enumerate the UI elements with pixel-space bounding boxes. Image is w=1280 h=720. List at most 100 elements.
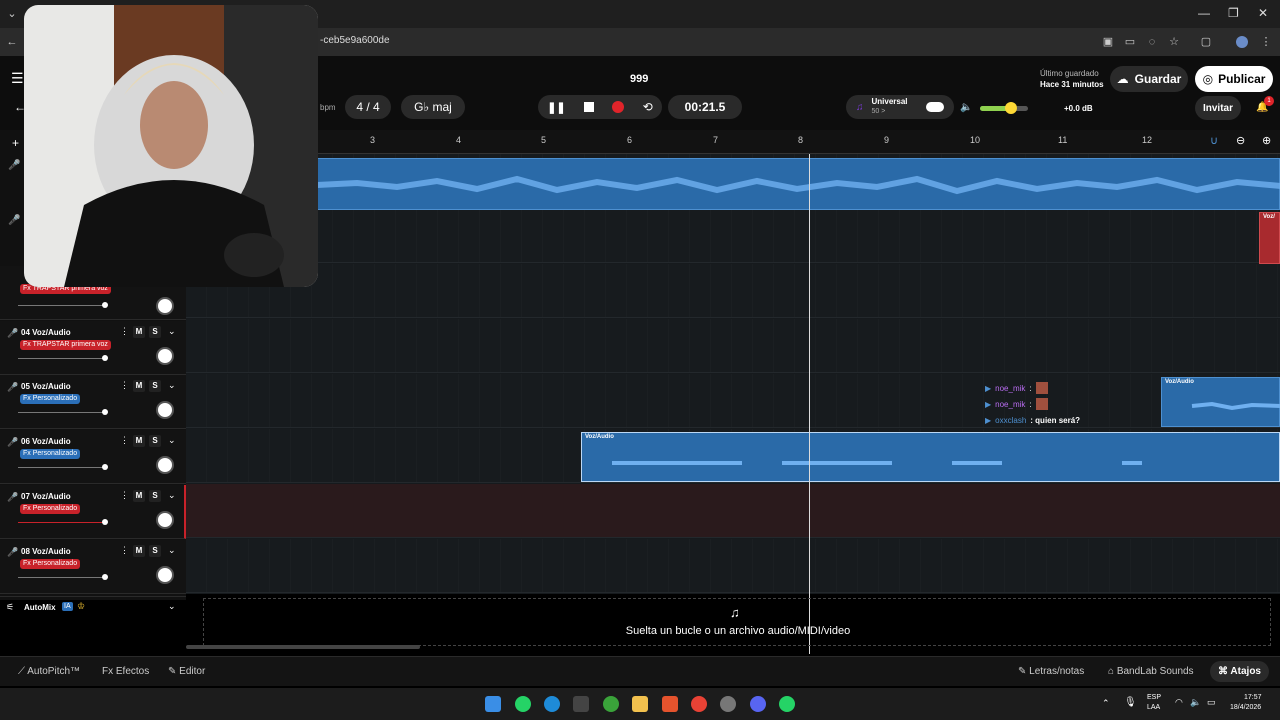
eye-off-icon[interactable]: ◌: [1146, 36, 1158, 48]
mute-button[interactable]: M: [133, 326, 145, 338]
time-signature[interactable]: 4 / 4: [345, 95, 391, 119]
volume-slider[interactable]: [18, 522, 106, 523]
save-button[interactable]: ☁ Guardar: [1110, 66, 1188, 92]
audio-clip[interactable]: [316, 158, 1280, 210]
folder-icon[interactable]: [632, 696, 648, 712]
track-menu-icon[interactable]: ⋮: [120, 380, 129, 391]
track-row[interactable]: 🎤 06 Voz/Audio Fx Personalizado ⋮ M S ⌄: [0, 430, 186, 484]
add-track-icon[interactable]: +: [12, 136, 19, 150]
audio-clip-selected[interactable]: Voz/Audio: [581, 432, 1280, 482]
slider-knob[interactable]: [102, 574, 108, 580]
shortcuts-button[interactable]: ⌘ Atajos: [1210, 661, 1269, 682]
track-row-selected[interactable]: 🎤 07 Voz/Audio Fx Personalizado ⋮ M S ⌄: [0, 485, 186, 539]
slider-knob[interactable]: [102, 464, 108, 470]
whatsapp-icon[interactable]: [515, 696, 531, 712]
fx-badge[interactable]: Fx Personalizado: [20, 559, 81, 569]
restore-icon[interactable]: ❐: [1228, 6, 1239, 20]
lane[interactable]: [186, 209, 1280, 263]
track-menu-icon[interactable]: ⋮: [120, 545, 129, 556]
lane[interactable]: [186, 319, 1280, 373]
brave-icon[interactable]: [662, 696, 678, 712]
track-name[interactable]: 04 Voz/Audio: [21, 328, 71, 337]
solo-button[interactable]: S: [149, 545, 161, 557]
effects-button[interactable]: Fx Efectos: [102, 666, 149, 677]
volume-tray-icon[interactable]: 🔈: [1190, 697, 1201, 708]
pan-knob[interactable]: [156, 456, 174, 474]
publish-button[interactable]: ◎ Publicar: [1195, 66, 1273, 92]
mute-button[interactable]: M: [133, 435, 145, 447]
discord-icon[interactable]: [750, 696, 766, 712]
clock-time[interactable]: 17:57: [1244, 694, 1262, 701]
zoom-out-icon[interactable]: ⊖: [1236, 134, 1245, 147]
slider-knob[interactable]: [102, 519, 108, 525]
clock-date[interactable]: 18/4/2026: [1230, 704, 1261, 711]
playhead[interactable]: [809, 154, 810, 654]
audio-clip[interactable]: Voz/: [1259, 212, 1280, 264]
track-menu-icon[interactable]: ⋮: [120, 326, 129, 337]
solo-button[interactable]: S: [149, 435, 161, 447]
fx-badge[interactable]: Fx TRAPSTAR primera voz: [20, 340, 111, 350]
slider-knob[interactable]: [102, 302, 108, 308]
track-name[interactable]: 08 Voz/Audio: [21, 547, 71, 556]
volume-slider[interactable]: [18, 467, 106, 468]
chrome-icon[interactable]: [691, 696, 707, 712]
cast-icon[interactable]: ▭: [1124, 36, 1136, 48]
editor-button[interactable]: ✎ Editor: [168, 666, 205, 677]
lane[interactable]: [186, 374, 1280, 428]
track-name[interactable]: 07 Voz/Audio: [21, 492, 71, 501]
sounds-button[interactable]: ⌂ BandLab Sounds: [1108, 666, 1194, 677]
solo-button[interactable]: S: [149, 380, 161, 392]
magnet-icon[interactable]: ∪: [1210, 134, 1218, 147]
url-text[interactable]: -ceb5e9a600de: [320, 35, 390, 46]
hamburger-menu-icon[interactable]: ☰: [11, 70, 24, 87]
extensions-icon[interactable]: ▢: [1200, 36, 1212, 48]
minimize-icon[interactable]: —: [1198, 6, 1210, 20]
chevron-down-icon[interactable]: ⌄: [168, 326, 176, 337]
autopitch-button[interactable]: ⟋ AutoPitch™: [18, 666, 80, 677]
profile-avatar[interactable]: [1236, 36, 1248, 48]
automix-row[interactable]: ⚟ AutoMix IA ♔ ⌄: [0, 596, 186, 618]
volume-slider[interactable]: [18, 358, 106, 359]
pause-icon[interactable]: ❚❚: [547, 101, 565, 114]
pan-knob[interactable]: [156, 347, 174, 365]
mute-button[interactable]: M: [133, 490, 145, 502]
fx-badge[interactable]: Fx Personalizado: [20, 449, 81, 459]
track-menu-icon[interactable]: ⋮: [120, 435, 129, 446]
volume-slider[interactable]: [18, 412, 106, 413]
solo-button[interactable]: S: [149, 326, 161, 338]
preset-toggle[interactable]: [926, 102, 944, 112]
track-row[interactable]: 🎤 05 Voz/Audio Fx Personalizado ⋮ M S ⌄: [0, 375, 186, 429]
drop-zone[interactable]: ♫ Suelta un bucle o un archivo audio/MID…: [203, 598, 1271, 646]
fx-badge[interactable]: Fx Personalizado: [20, 504, 81, 514]
track-row[interactable]: 🎤 08 Voz/Audio Fx Personalizado ⋮ M S ⌄: [0, 540, 186, 594]
battery-icon[interactable]: ▭: [1207, 697, 1216, 708]
chevron-up-icon[interactable]: ⌃: [1102, 698, 1110, 709]
pan-knob[interactable]: [156, 297, 174, 315]
track-row[interactable]: 🎤 04 Voz/Audio Fx TRAPSTAR primera voz ⋮…: [0, 321, 186, 375]
slider-knob[interactable]: [102, 409, 108, 415]
close-icon[interactable]: ✕: [1258, 6, 1268, 20]
invite-button[interactable]: Invitar: [1195, 96, 1241, 120]
star-icon[interactable]: ☆: [1168, 36, 1180, 48]
whatsapp-icon[interactable]: [779, 696, 795, 712]
pan-knob[interactable]: [156, 401, 174, 419]
volume-knob[interactable]: [1005, 102, 1018, 114]
lyrics-button[interactable]: ✎ Letras/notas: [1018, 666, 1084, 677]
timeline[interactable]: Voz/ Voz/Audio Voz/Audio: [186, 154, 1280, 594]
app-icon[interactable]: [720, 696, 736, 712]
tab-search-icon[interactable]: ⌄: [6, 8, 18, 20]
preset-selector[interactable]: ♫ Universal 50 >: [846, 95, 954, 119]
fx-badge[interactable]: Fx Personalizado: [20, 394, 81, 404]
store-icon[interactable]: [573, 696, 589, 712]
lane-selected[interactable]: [186, 484, 1280, 538]
chevron-down-icon[interactable]: ⌄: [168, 380, 176, 391]
volume-slider[interactable]: [18, 577, 106, 578]
bpm-label[interactable]: bpm: [320, 103, 336, 112]
mic-tray-icon[interactable]: 🎙: [1124, 697, 1137, 708]
zoom-in-icon[interactable]: ⊕: [1262, 134, 1271, 147]
speaker-icon[interactable]: 🔈: [960, 102, 972, 113]
track-name[interactable]: 06 Voz/Audio: [21, 437, 71, 446]
timeline-ruler[interactable]: 3 4 5 6 7 8 9 10 11 12 ∪ ⊖ ⊕: [186, 130, 1280, 154]
track-name[interactable]: 05 Voz/Audio: [21, 382, 71, 391]
record-icon[interactable]: [612, 101, 625, 113]
